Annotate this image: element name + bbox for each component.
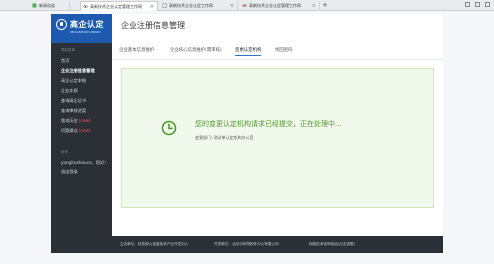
browser-tab-label: 高新技术企业认定工作网 <box>169 3 213 8</box>
tab-core-info[interactable]: 企业核心信息维护(需审核) <box>170 47 222 53</box>
sidebar-item-version-history[interactable]: 版本历史(new) <box>61 118 91 124</box>
window-controls <box>465 2 490 7</box>
sidebar-item-label: 版本历史 <box>61 118 78 123</box>
footer-developer: 开发单位：北京中科院软件中心有限公司 <box>214 242 279 246</box>
tab-change-agency[interactable]: 变更认定机构 <box>235 47 262 56</box>
sidebar-item-annual-report[interactable]: 企业年报 <box>61 88 78 94</box>
main-content: 您的变更认定机构请求已经提交，正在处理中... 变更部门: 测试单认定机构办公室 <box>112 60 443 236</box>
browser-tab-label: 高新技术企业认定管理工作网 <box>249 3 301 8</box>
sidebar-section-main: 导航菜单 <box>61 48 75 52</box>
browser-tab-label: 高新技术企业认定管理工作网 <box>90 4 142 9</box>
logo-title: 高企认定 <box>70 20 104 29</box>
clock-icon <box>161 120 177 136</box>
sub-tab-bar: 企业基本信息维护 企业核心信息维护(需审核) 变更认定机构 找回密码 <box>112 43 443 60</box>
page-footer: 主办单位：科技部火炬高技术产业开发中心 开发单位：北京中科院软件中心有限公司 网… <box>112 236 443 253</box>
tab-recover-password[interactable]: 找回密码 <box>275 47 293 53</box>
sidebar-item-label: 问题建议 <box>61 128 78 133</box>
maximize-icon[interactable] <box>475 2 480 7</box>
close-icon[interactable]: × <box>230 1 234 11</box>
new-badge: (new) <box>78 128 91 133</box>
footer-host: 主办单位：科技部火炬高技术产业开发中心 <box>120 242 189 246</box>
new-badge: (new) <box>78 118 91 123</box>
footer-support-link[interactable]: 网络技术咨询电话(点击查看) <box>309 236 355 253</box>
sidebar-item-registration[interactable]: 企业注册信息管理 <box>51 66 112 74</box>
status-message: 您的变更认定机构请求已经提交，正在处理中... <box>195 120 342 128</box>
page-header: 企业注册信息管理 <box>112 14 443 43</box>
browser-tab[interactable]: 新闻动态 <box>30 1 70 11</box>
page-icon <box>32 3 37 8</box>
page-title: 企业注册信息管理 <box>121 21 185 30</box>
browser-tab[interactable]: 高新技术企业认定工作网 × <box>160 1 238 11</box>
eye-icon <box>242 4 247 7</box>
page-icon <box>162 3 167 8</box>
sidebar-item-home[interactable]: 首页 <box>61 58 69 64</box>
sidebar: 高企认定 RECOGNITION COMPANY 导航菜单 首页 企业注册信息管… <box>51 14 112 253</box>
close-icon[interactable]: × <box>150 2 154 11</box>
status-notice: 您的变更认定机构请求已经提交，正在处理中... 变更部门: 测试单认定机构办公室 <box>121 68 434 208</box>
browser-tab[interactable]: 高新技术企业认定管理工作网 × <box>240 1 320 11</box>
sidebar-item-certificate[interactable]: 查询高企证书 <box>61 98 86 104</box>
close-icon[interactable]: × <box>312 1 316 11</box>
user-greeting: yonghushouce，您好！ <box>61 160 109 165</box>
logout-link[interactable]: 退出登录 <box>61 169 78 175</box>
logo-icon <box>56 19 67 30</box>
new-tab-button[interactable]: + <box>322 0 328 11</box>
restore-icon[interactable] <box>465 2 470 7</box>
browser-tab-active[interactable]: 高新技术企业认定管理工作网 × <box>80 1 158 11</box>
logo[interactable]: 高企认定 RECOGNITION COMPANY <box>51 14 112 43</box>
browser-tab-label: 新闻动态 <box>39 3 55 8</box>
sidebar-item-feedback[interactable]: 问题建议(new) <box>61 128 91 134</box>
sidebar-section-account: 帐号 <box>61 150 68 154</box>
sidebar-item-declaration[interactable]: 高企认定申报 <box>61 78 86 84</box>
status-detail: 变更部门: 测试单认定机构办公室 <box>195 135 254 140</box>
browser-tab-bar: 新闻动态 高新技术企业认定管理工作网 × 高新技术企业认定工作网 × 高新技术企… <box>0 0 494 11</box>
logo-subtitle: RECOGNITION COMPANY <box>70 31 101 34</box>
eye-icon <box>83 5 88 8</box>
close-window-icon[interactable] <box>485 2 490 7</box>
sidebar-item-progress[interactable]: 查询审核进度 <box>61 108 86 114</box>
tab-basic-info[interactable]: 企业基本信息维护 <box>119 47 154 53</box>
